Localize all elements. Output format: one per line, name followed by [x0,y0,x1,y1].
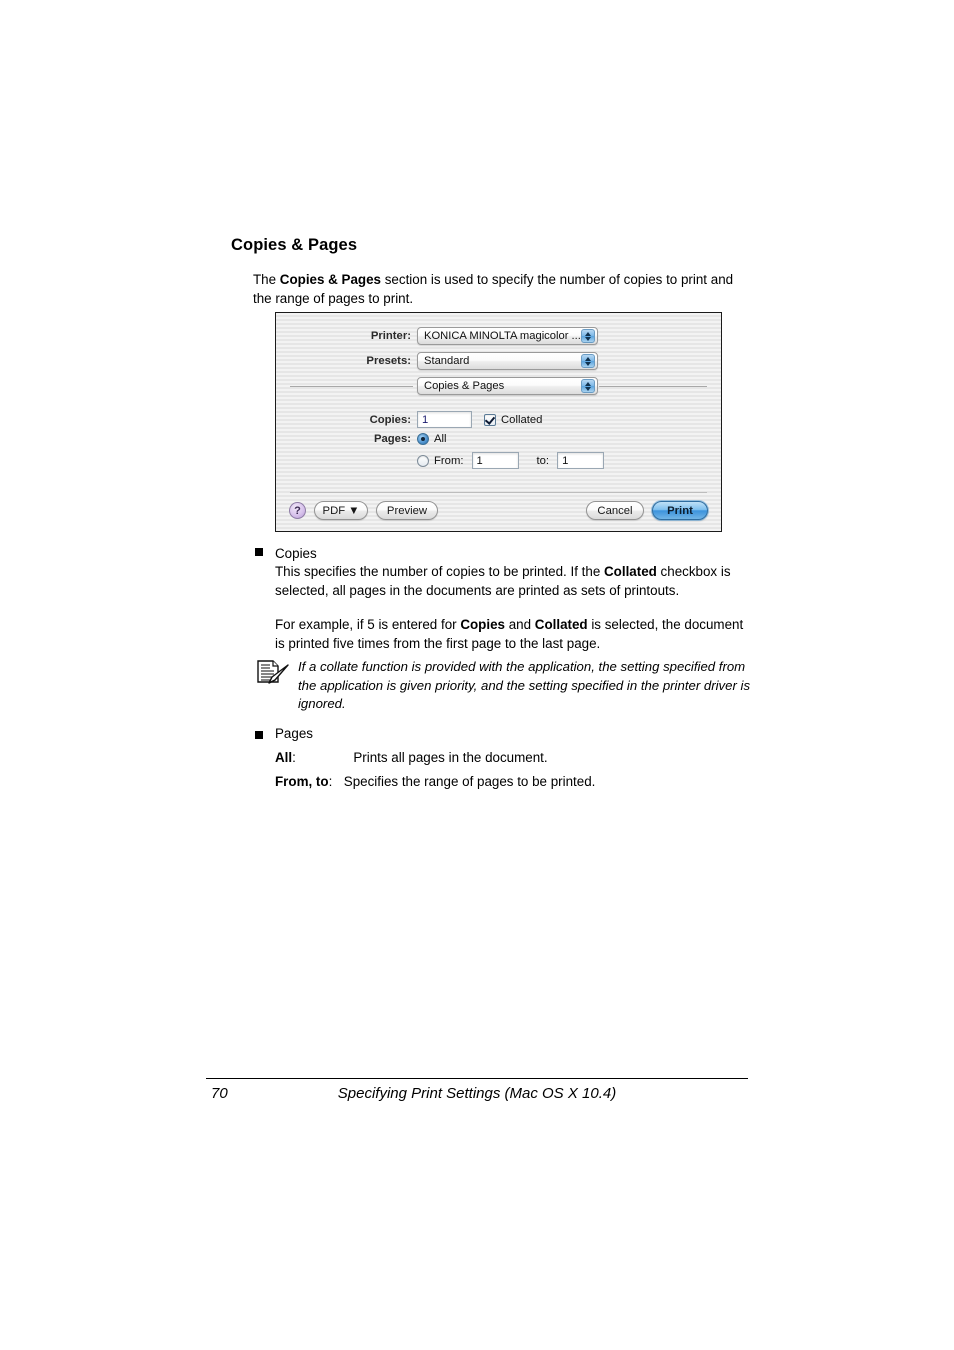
presets-popup[interactable]: Standard [417,352,598,370]
copies-input-value: 1 [422,413,429,426]
presets-popup-value: Standard [424,355,470,367]
printer-row: Printer: KONICA MINOLTA magicolor ... [276,327,721,345]
dialog-left-buttons: ? PDF ▼ Preview [289,501,438,520]
pdf-button[interactable]: PDF ▼ [314,501,368,520]
intro-bold: Copies & Pages [279,272,382,287]
pages-row-all: Pages: All [276,433,721,445]
copies-row: Copies: 1 Collated [276,411,721,428]
presets-row: Presets: Standard [276,352,721,370]
definition-row-fromto: From, to: Specifies the range of pages t… [275,773,745,792]
help-icon[interactable]: ? [289,502,306,519]
page-heading: Copies & Pages [231,236,358,254]
pages-to-value: 1 [562,454,569,467]
definition-desc-all: Prints all pages in the document. [353,750,548,765]
document-page: Copies & Pages The Copies & Pages sectio… [0,0,954,1350]
pages-all-radio[interactable] [417,433,429,445]
copies-p1-a: This specifies the number of copies to b… [275,564,604,579]
pages-label: Pages: [373,433,411,445]
footer-title: Specifying Print Settings (Mac OS X 10.4… [337,1085,617,1102]
presets-label: Presets: [366,355,411,367]
intro-paragraph: The Copies & Pages section is used to sp… [253,271,748,308]
definition-sep-all: : [292,750,296,765]
definition-desc-fromto: Specifies the range of pages to be print… [343,774,596,789]
chevron-updown-icon[interactable] [581,329,595,343]
button-bar-divider [290,492,707,493]
pages-to-label: to: [536,454,550,467]
copies-p2-a: For example, if 5 is entered for [275,617,461,632]
copies-p2-bold-1: Copies [460,617,505,632]
print-dialog: Printer: KONICA MINOLTA magicolor ... Pr… [275,312,722,532]
dialog-right-buttons: Cancel Print [586,501,708,520]
bullet-square-copies [255,548,263,556]
pane-divider-right [599,386,707,387]
collated-checkbox[interactable] [484,413,496,426]
definition-sep-fromto: : [328,774,333,789]
pages-to-input[interactable]: 1 [557,452,605,469]
pages-section-label: Pages [275,726,313,741]
pane-popup-value: Copies & Pages [424,380,505,392]
copies-section-paragraph-1: This specifies the number of copies to b… [275,563,753,600]
printer-popup-value: KONICA MINOLTA magicolor ... [424,330,581,342]
pages-row-range: From: 1 to: 1 [417,452,605,469]
pages-from-label: From: [434,454,464,467]
printer-popup[interactable]: KONICA MINOLTA magicolor ... [417,327,598,345]
footer-rule [206,1078,748,1080]
definition-term-fromto: From, to [275,774,329,789]
pane-popup[interactable]: Copies & Pages [417,377,598,395]
collated-label: Collated [501,413,543,426]
intro-pre: The [253,272,280,287]
copies-p2-bold-2: Collated [534,617,588,632]
pages-from-value: 1 [476,454,483,467]
pane-divider-left [290,386,413,387]
pages-all-radio-group[interactable]: All [417,433,447,445]
collated-checkbox-group[interactable]: Collated [484,413,543,426]
print-button[interactable]: Print [652,501,708,520]
copies-section-paragraph-2: For example, if 5 is entered for Copies … [275,616,753,653]
definition-row-all: All: Prints all pages in the document. [275,749,745,768]
pages-range-radio[interactable] [417,454,429,467]
pages-from-input[interactable]: 1 [471,452,519,469]
chevron-updown-icon[interactable] [581,379,595,393]
bullet-square-pages [255,731,263,739]
copies-input[interactable]: 1 [417,411,472,428]
copies-p1-bold: Collated [604,564,657,579]
note-text: If a collate function is provided with t… [298,659,751,712]
printer-label: Printer: [370,330,411,342]
note-pencil-icon [256,660,290,689]
chevron-updown-icon[interactable] [581,354,595,368]
pages-all-label: All [434,433,447,445]
preview-button[interactable]: Preview [376,501,438,520]
copies-section-label: Copies [275,546,317,561]
copies-label: Copies: [369,413,411,426]
copies-p2-c: and [504,617,535,632]
cancel-button[interactable]: Cancel [586,501,644,520]
definition-term-all: All [275,750,293,765]
